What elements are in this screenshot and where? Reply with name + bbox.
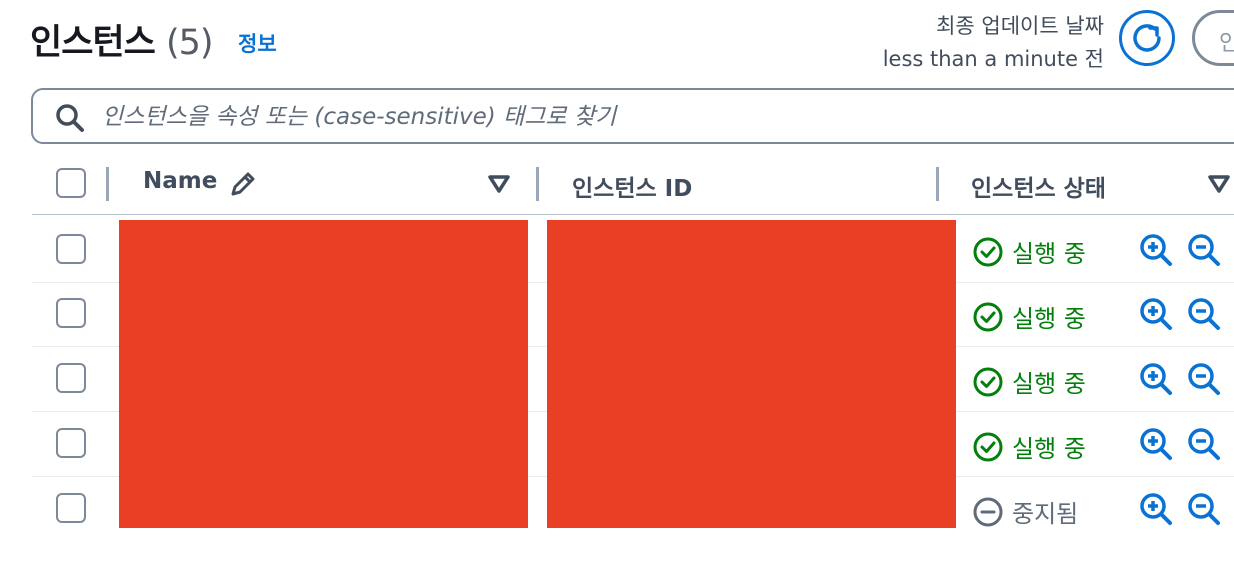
page-title: 인스턴스 (5)	[30, 14, 214, 65]
status-label: 중지됨	[1012, 500, 1079, 528]
zoom-out-icon[interactable]	[1187, 362, 1221, 396]
instance-count: (5)	[166, 23, 214, 63]
sort-down-icon[interactable]	[1207, 174, 1231, 194]
zoom-out-icon[interactable]	[1187, 427, 1221, 461]
column-header-instance-id[interactable]: 인스턴스 ID	[572, 169, 692, 203]
zoom-in-icon[interactable]	[1139, 492, 1173, 526]
row-checkbox[interactable]	[56, 493, 86, 523]
status-running: 실행 중	[972, 429, 1086, 464]
info-link[interactable]: 정보	[238, 28, 277, 58]
redacted-names	[119, 220, 528, 528]
check-circle-icon	[973, 367, 1003, 396]
zoom-in-icon[interactable]	[1139, 427, 1173, 461]
column-separator[interactable]	[536, 167, 539, 201]
zoom-out-icon[interactable]	[1187, 492, 1221, 526]
status-label: 실행 중	[1012, 435, 1086, 463]
zoom-in-icon[interactable]	[1139, 233, 1173, 267]
row-checkbox[interactable]	[56, 363, 86, 393]
status-running: 실행 중	[972, 299, 1086, 334]
sort-down-icon[interactable]	[487, 174, 511, 194]
instance-state-button[interactable]: 인	[1192, 10, 1234, 66]
zoom-out-icon[interactable]	[1187, 297, 1221, 331]
zoom-in-icon[interactable]	[1139, 362, 1173, 396]
zoom-out-icon[interactable]	[1187, 233, 1221, 267]
column-separator[interactable]	[106, 167, 109, 201]
row-checkbox[interactable]	[56, 298, 86, 328]
check-circle-icon	[973, 302, 1003, 331]
status-stopped: 중지됨	[972, 494, 1078, 529]
row-checkbox[interactable]	[56, 234, 86, 264]
zoom-in-icon[interactable]	[1139, 297, 1173, 331]
row-checkbox[interactable]	[56, 428, 86, 458]
status-running: 실행 중	[972, 364, 1086, 399]
status-label: 실행 중	[1012, 240, 1086, 268]
select-all-checkbox[interactable]	[56, 168, 86, 198]
check-circle-icon	[973, 237, 1003, 266]
column-header-name[interactable]: Name	[143, 168, 217, 194]
last-updated: 최종 업데이트 날짜 less than a minute 전	[883, 10, 1104, 76]
minus-circle-icon	[973, 497, 1003, 526]
redacted-instance-ids	[547, 220, 956, 528]
status-label: 실행 중	[1012, 370, 1086, 398]
edit-icon	[231, 172, 255, 196]
search-input[interactable]	[102, 100, 1002, 134]
refresh-icon	[1133, 24, 1161, 52]
check-circle-icon	[973, 432, 1003, 461]
instance-state-button-label: 인	[1219, 31, 1234, 56]
status-label: 실행 중	[1012, 305, 1086, 333]
column-header-instance-state[interactable]: 인스턴스 상태	[971, 169, 1106, 203]
last-updated-value: less than a minute 전	[882, 47, 1104, 71]
last-updated-label: 최종 업데이트 날짜	[936, 14, 1104, 38]
title-text: 인스턴스	[30, 23, 156, 63]
column-separator[interactable]	[936, 167, 939, 201]
status-running: 실행 중	[972, 234, 1086, 269]
refresh-button[interactable]	[1119, 10, 1175, 66]
search-icon	[56, 104, 84, 132]
table-header-divider	[32, 214, 1234, 215]
